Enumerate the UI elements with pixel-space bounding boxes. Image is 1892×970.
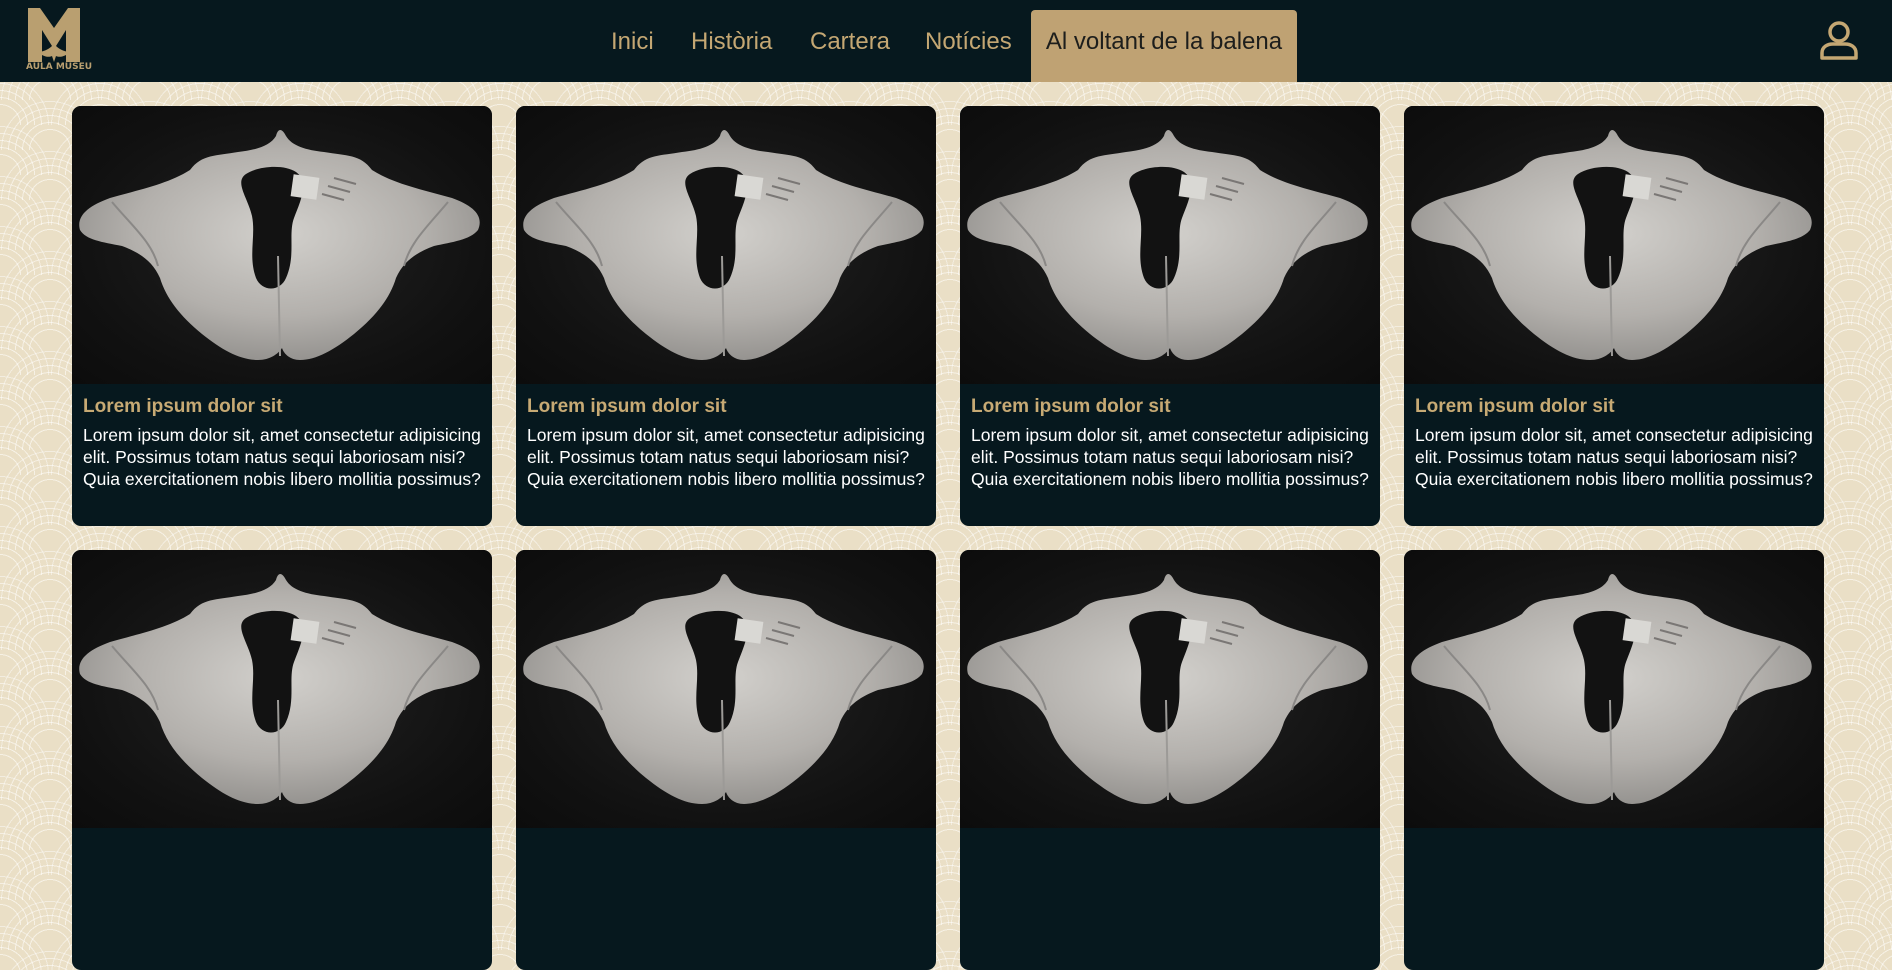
card[interactable]: [516, 550, 936, 970]
card-description: Lorem ipsum dolor sit, amet consectetur …: [83, 425, 481, 489]
card[interactable]: Lorem ipsum dolor sit Lorem ipsum dolor …: [1404, 106, 1824, 526]
nav-item-cartera[interactable]: Cartera: [810, 10, 890, 82]
top-navbar: AULA MUSEU Inici Història Cartera Notíci…: [0, 0, 1892, 82]
card[interactable]: [960, 550, 1380, 970]
whale-vertebra-image: [1404, 550, 1824, 828]
nav-item-al-voltant-de-la-balena[interactable]: Al voltant de la balena: [1031, 10, 1297, 82]
user-account-icon[interactable]: [1818, 20, 1860, 62]
card-description: Lorem ipsum dolor sit, amet consectetur …: [527, 425, 925, 489]
card-description: Lorem ipsum dolor sit, amet consectetur …: [1415, 425, 1813, 489]
card-title: Lorem ipsum dolor sit: [971, 396, 1171, 417]
main-nav: Inici Història Cartera Notícies Al volta…: [0, 0, 1892, 82]
whale-vertebra-image: [72, 106, 492, 384]
nav-item-noticies[interactable]: Notícies: [925, 10, 1012, 82]
card[interactable]: [1404, 550, 1824, 970]
card[interactable]: [72, 550, 492, 970]
whale-vertebra-image: [960, 106, 1380, 384]
whale-vertebra-image: [960, 550, 1380, 828]
nav-item-inici[interactable]: Inici: [611, 10, 654, 82]
whale-vertebra-image: [516, 550, 936, 828]
whale-vertebra-image: [516, 106, 936, 384]
card-title: Lorem ipsum dolor sit: [1415, 396, 1615, 417]
card-title: Lorem ipsum dolor sit: [527, 396, 727, 417]
card[interactable]: Lorem ipsum dolor sit Lorem ipsum dolor …: [72, 106, 492, 526]
whale-vertebra-image: [1404, 106, 1824, 384]
card[interactable]: Lorem ipsum dolor sit Lorem ipsum dolor …: [516, 106, 936, 526]
card-description: Lorem ipsum dolor sit, amet consectetur …: [971, 425, 1369, 489]
whale-vertebra-image: [72, 550, 492, 828]
card-title: Lorem ipsum dolor sit: [83, 396, 283, 417]
nav-item-historia[interactable]: Història: [691, 10, 772, 82]
card[interactable]: Lorem ipsum dolor sit Lorem ipsum dolor …: [960, 106, 1380, 526]
